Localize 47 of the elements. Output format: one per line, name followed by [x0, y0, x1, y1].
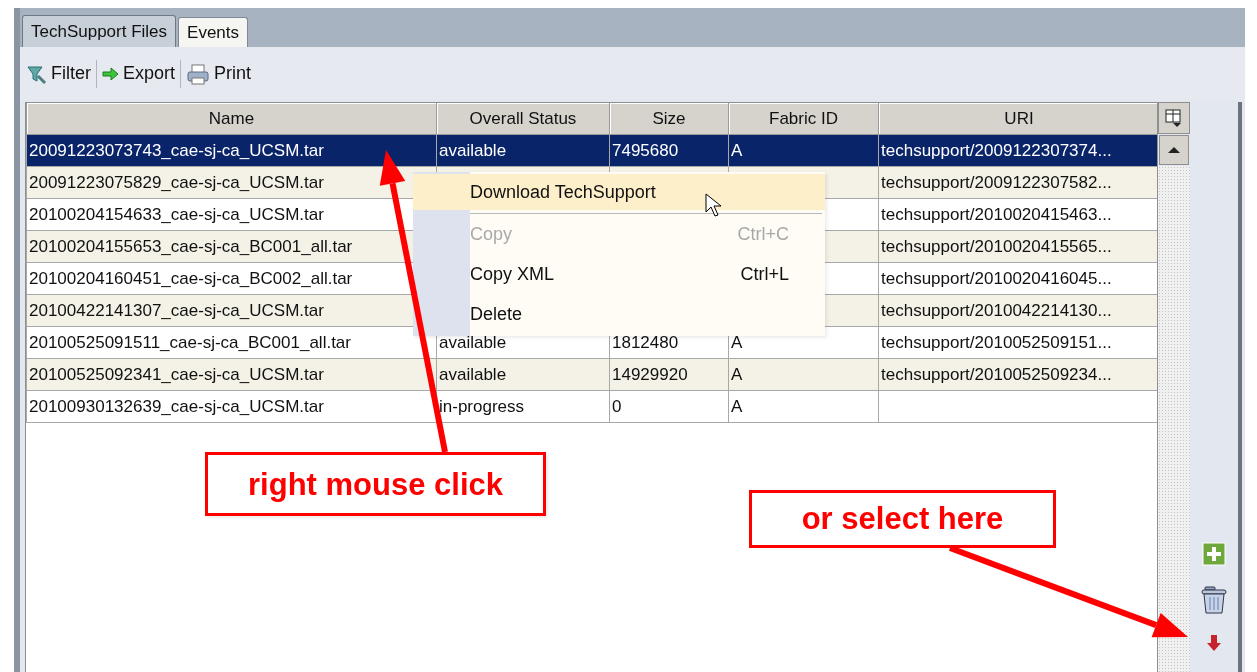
table-cell: A	[728, 134, 879, 167]
table-cell: techsupport/2010052509234...	[878, 358, 1157, 391]
callout-label: right mouse click	[205, 452, 546, 516]
tab[interactable]: TechSupport Files	[22, 15, 177, 47]
table-cell: 20100930132639_cae-sj-ca_UCSM.tar	[26, 390, 437, 423]
delete-button[interactable]	[1199, 584, 1229, 616]
callout-label: or select here	[749, 490, 1056, 548]
column-chooser-icon	[1164, 108, 1184, 128]
table-cell: techsupport/2009122307582...	[878, 166, 1157, 199]
table-row[interactable]: 20100525092341_cae-sj-ca_UCSM.tar available 14929920 A techsupport/2010052509234...	[26, 358, 1157, 391]
table-cell: techsupport/2010020415565...	[878, 230, 1157, 263]
table-cell: 0	[609, 390, 729, 423]
table-cell: techsupport/2009122307374...	[878, 134, 1157, 167]
table-row[interactable]: 20100930132639_cae-sj-ca_UCSM.tar in-progress 0 A	[26, 390, 1157, 423]
column-header[interactable]: Name	[26, 103, 437, 135]
column-header[interactable]: Fabric ID	[728, 103, 879, 135]
up-triangle-icon	[1167, 146, 1181, 154]
right-arrow-icon	[102, 65, 119, 82]
print-button[interactable]: Print	[183, 60, 255, 87]
trash-icon	[1201, 586, 1227, 614]
table-cell: 14929920	[609, 358, 729, 391]
table-cell: available	[436, 358, 610, 391]
table-cell: available	[436, 134, 610, 167]
table-cell: A	[728, 358, 879, 391]
column-header[interactable]: Size	[609, 103, 729, 135]
column-header[interactable]: URI	[878, 103, 1157, 135]
down-arrow-icon	[1206, 634, 1222, 652]
export-button[interactable]: Export	[99, 61, 179, 86]
add-button[interactable]	[1200, 540, 1228, 568]
table-cell: A	[728, 390, 879, 423]
table-cell: 7495680	[609, 134, 729, 167]
tab[interactable]: Events	[178, 17, 249, 47]
table-cell: 20100525092341_cae-sj-ca_UCSM.tar	[26, 358, 437, 391]
column-chooser-button[interactable]	[1158, 102, 1190, 134]
table-cell: 20091223073743_cae-sj-ca_UCSM.tar	[26, 134, 437, 167]
table-cell: techsupport/2010042214130...	[878, 294, 1157, 327]
menu-item[interactable]: Download TechSupport	[413, 174, 825, 210]
scroll-up-button[interactable]	[1159, 135, 1189, 165]
printer-icon	[186, 62, 211, 85]
column-header[interactable]: Overall Status	[436, 103, 610, 135]
shortcut-label: Ctrl+L	[740, 263, 789, 285]
add-icon	[1202, 542, 1226, 566]
menu-item-label: Delete	[470, 303, 523, 325]
filter-button[interactable]: Filter	[22, 60, 94, 87]
menu-item-label: Copy XML	[470, 263, 555, 285]
table-row[interactable]: 20091223073743_cae-sj-ca_UCSM.tar available 7495680 A techsupport/2009122307374...	[26, 134, 1157, 167]
mouse-pointer-icon	[705, 193, 722, 217]
